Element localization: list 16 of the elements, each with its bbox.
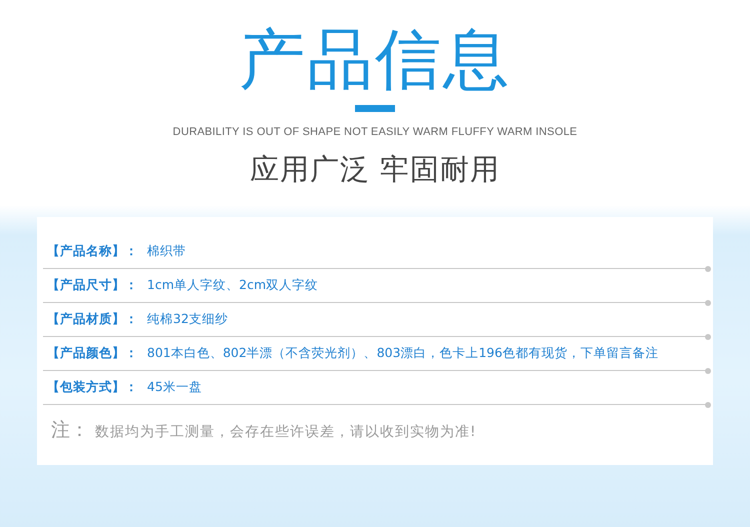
- spec-value: 801本白色、802半漂（不含荧光剂）、803漂白，色卡上196色都有现货，下单留言备注: [147, 345, 658, 362]
- spec-label: 【产品尺寸】：: [47, 277, 139, 294]
- spec-label: 【包装方式】：: [47, 379, 139, 396]
- note-label: 注：: [51, 418, 89, 443]
- subtitle: DURABILITY IS OUT OF SHAPE NOT EASILY WARM FLUFFY WARM INSOLE: [172, 126, 578, 138]
- spec-value: 纯棉32支细纱: [147, 311, 228, 328]
- spec-label: 【产品颜色】：: [47, 345, 139, 362]
- spec-value: 1cm单人字纹、2cm双人字纹: [147, 277, 318, 294]
- note-text: 数据均为手工测量，会存在些许误差，请以收到实物为准!: [95, 423, 477, 441]
- spec-value: 45米一盘: [147, 379, 202, 396]
- spec-label: 【产品材质】：: [47, 311, 139, 328]
- spec-label: 【产品名称】：: [47, 243, 139, 260]
- spec-value: 棉织带: [147, 243, 186, 260]
- slogan: 应用广泛 牢固耐用: [250, 151, 500, 188]
- title-underline: [355, 105, 395, 112]
- page-title: 产品信息: [239, 22, 511, 98]
